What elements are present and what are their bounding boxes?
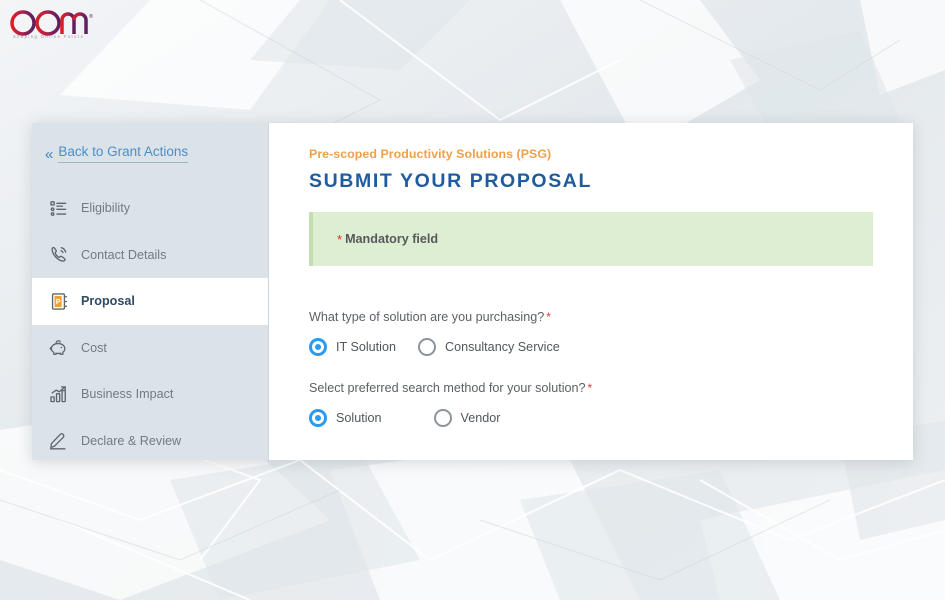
radio-group-search-method: Solution Vendor <box>309 409 873 427</box>
field-search-method: Select preferred search method for your … <box>309 381 873 427</box>
radio-unselected-icon[interactable] <box>417 338 436 356</box>
radio-group-solution-type: IT Solution Consultancy Service <box>309 338 873 356</box>
sidebar-item-label: Eligibility <box>81 201 130 216</box>
field-label: Select preferred search method for your … <box>309 381 873 395</box>
sidebar-item-contact-details[interactable]: Contact Details <box>32 232 268 279</box>
brand-tagline: Shaping Online Future <box>13 34 85 39</box>
radio-option-consultancy-service[interactable]: Consultancy Service <box>417 338 560 356</box>
svg-text:P: P <box>55 298 60 306</box>
radio-option-vendor[interactable]: Vendor <box>433 409 501 427</box>
field-label-text: What type of solution are you purchasing… <box>309 310 545 324</box>
radio-option-label: Consultancy Service <box>444 340 560 354</box>
radio-option-it-solution[interactable]: IT Solution <box>309 338 396 356</box>
double-chevron-left-icon: « <box>45 145 53 163</box>
back-link-label: Back to Grant Actions <box>58 144 189 163</box>
radio-option-label: IT Solution <box>336 340 396 354</box>
brand-logo: ® Shaping Online Future <box>10 10 120 39</box>
scheme-eyebrow: Pre-scoped Productivity Solutions (PSG) <box>309 147 552 161</box>
sidebar-item-label: Business Impact <box>81 387 174 402</box>
sidebar-item-eligibility[interactable]: Eligibility <box>32 185 268 232</box>
sidebar-item-label: Cost <box>81 340 107 355</box>
notebook-icon: P <box>46 289 70 313</box>
back-to-grant-actions-link[interactable]: « Back to Grant Actions <box>32 123 268 185</box>
sidebar: « Back to Grant Actions Eligibility Cont… <box>32 123 269 460</box>
piggy-bank-icon <box>46 336 70 360</box>
radio-option-label: Vendor <box>460 411 501 425</box>
sidebar-item-declare-review[interactable]: Declare & Review <box>32 418 268 461</box>
oom-logo-icon: ® <box>10 10 93 36</box>
sidebar-item-business-impact[interactable]: Business Impact <box>32 371 268 418</box>
phone-icon <box>46 243 70 267</box>
mandatory-field-banner: * Mandatory field <box>309 212 873 266</box>
svg-text:®: ® <box>89 13 93 20</box>
radio-option-solution[interactable]: Solution <box>309 409 382 427</box>
required-asterisk-icon: * <box>546 310 551 324</box>
radio-option-label: Solution <box>336 411 382 425</box>
radio-selected-icon[interactable] <box>309 409 327 427</box>
sidebar-item-cost[interactable]: Cost <box>32 325 268 372</box>
required-asterisk-icon: * <box>337 231 343 247</box>
page-title: SUBMIT YOUR PROPOSAL <box>309 170 592 192</box>
main-content: Pre-scoped Productivity Solutions (PSG) … <box>269 123 913 460</box>
required-asterisk-icon: * <box>587 381 593 395</box>
sidebar-item-label: Proposal <box>81 294 135 309</box>
radio-selected-icon[interactable] <box>309 338 327 356</box>
field-solution-type: What type of solution are you purchasing… <box>309 310 873 356</box>
field-label-text: Select preferred search method for your … <box>309 381 586 395</box>
bar-chart-icon <box>46 382 70 406</box>
pen-icon <box>46 429 70 453</box>
checklist-icon <box>46 196 70 220</box>
sidebar-item-label: Contact Details <box>81 247 167 262</box>
radio-unselected-icon[interactable] <box>433 409 452 427</box>
field-label: What type of solution are you purchasing… <box>309 310 873 324</box>
sidebar-item-label: Declare & Review <box>81 433 182 448</box>
sidebar-item-proposal[interactable]: P Proposal <box>32 278 268 325</box>
proposal-card: « Back to Grant Actions Eligibility Cont… <box>32 123 913 460</box>
mandatory-banner-text: Mandatory field <box>345 232 439 246</box>
